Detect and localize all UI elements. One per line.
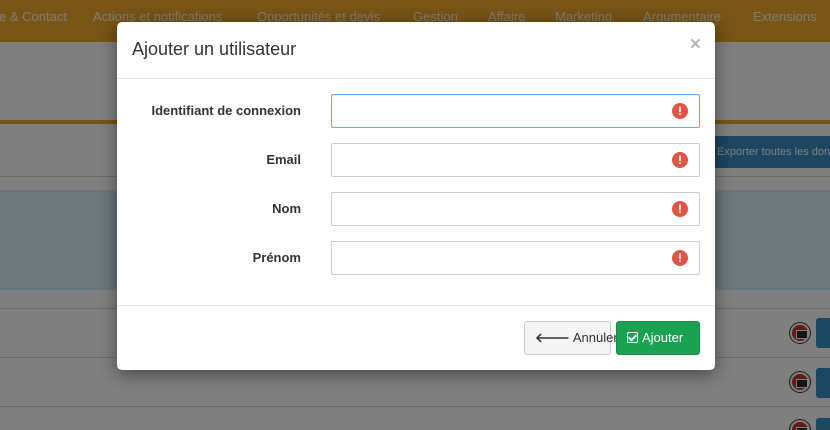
email-row: Email ! (117, 143, 715, 177)
modal-footer: 🡐 Annuler Ajouter (117, 305, 715, 370)
lastname-label: Nom (272, 201, 301, 216)
lastname-row: Nom ! (117, 192, 715, 226)
login-label: Identifiant de connexion (151, 103, 301, 118)
firstname-label: Prénom (252, 250, 301, 265)
exclamation-icon: ! (672, 152, 688, 168)
email-label: Email (266, 152, 301, 167)
add-button[interactable]: Ajouter (616, 321, 700, 355)
login-input[interactable] (331, 94, 700, 128)
check-square-icon (627, 332, 638, 343)
firstname-input[interactable] (331, 241, 700, 275)
email-input[interactable] (331, 143, 700, 177)
lastname-input[interactable] (331, 192, 700, 226)
arrow-left-icon: 🡐 (535, 330, 570, 345)
close-icon[interactable]: × (690, 34, 701, 56)
exclamation-icon: ! (672, 250, 688, 266)
firstname-row: Prénom ! (117, 241, 715, 275)
exclamation-icon: ! (672, 103, 688, 119)
login-row: Identifiant de connexion ! (117, 94, 715, 128)
add-user-dialog: Ajouter un utilisateur × Identifiant de … (117, 22, 715, 370)
add-label: Ajouter (642, 330, 684, 345)
modal-header: Ajouter un utilisateur × (117, 22, 715, 79)
cancel-button[interactable]: 🡐 Annuler (524, 321, 618, 355)
cancel-label: Annuler (572, 330, 618, 345)
exclamation-icon: ! (672, 201, 688, 217)
modal-title: Ajouter un utilisateur (132, 39, 297, 59)
